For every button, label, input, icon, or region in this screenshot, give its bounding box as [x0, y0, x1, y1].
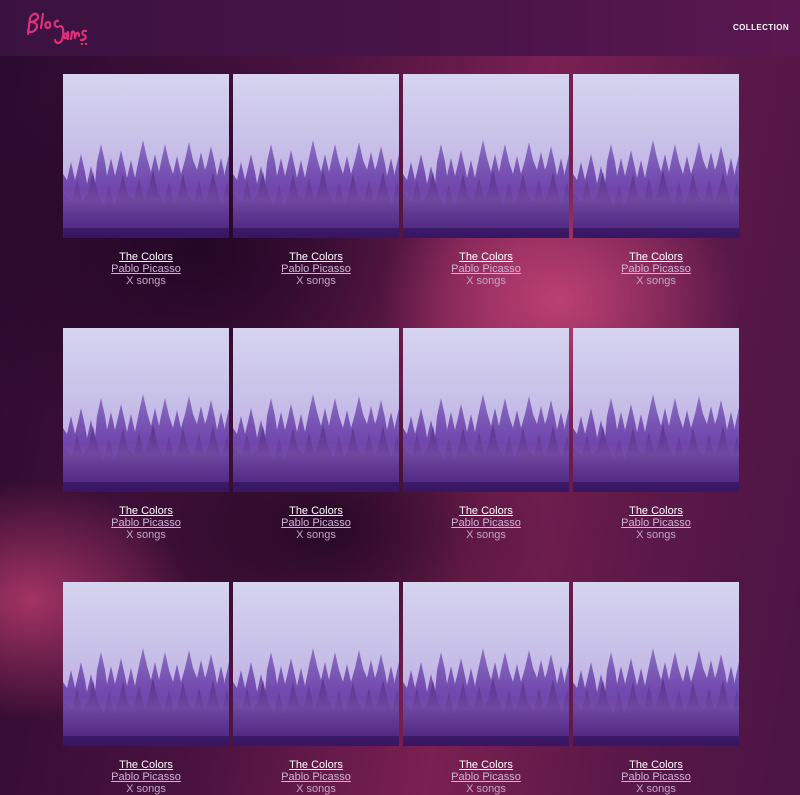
- album-song-count: X songs: [466, 783, 506, 795]
- album-card[interactable]: The Colors Pablo Picasso X songs: [573, 74, 739, 287]
- album-cover-image[interactable]: [573, 74, 739, 238]
- album-card[interactable]: The Colors Pablo Picasso X songs: [233, 582, 399, 795]
- album-artist-link[interactable]: Pablo Picasso: [63, 263, 229, 275]
- album-title-link[interactable]: The Colors: [403, 505, 569, 517]
- album-info: The Colors Pablo Picasso X songs: [573, 759, 739, 795]
- album-song-count: X songs: [466, 275, 506, 287]
- album-card[interactable]: The Colors Pablo Picasso X songs: [573, 328, 739, 541]
- album-title-link[interactable]: The Colors: [233, 759, 399, 771]
- album-title-link[interactable]: The Colors: [63, 505, 229, 517]
- album-song-count: X songs: [126, 783, 166, 795]
- navbar: COLLECTION: [0, 0, 800, 56]
- album-artist-link[interactable]: Pablo Picasso: [403, 771, 569, 783]
- album-song-count: X songs: [466, 529, 506, 541]
- album-info: The Colors Pablo Picasso X songs: [233, 759, 399, 795]
- album-cover-image[interactable]: [403, 74, 569, 238]
- album-info: The Colors Pablo Picasso X songs: [233, 505, 399, 541]
- album-cover-image[interactable]: [233, 74, 399, 238]
- album-card[interactable]: The Colors Pablo Picasso X songs: [403, 74, 569, 287]
- album-title-link[interactable]: The Colors: [233, 251, 399, 263]
- album-song-count: X songs: [636, 783, 676, 795]
- album-cover-image[interactable]: [233, 328, 399, 492]
- album-cover-image[interactable]: [403, 328, 569, 492]
- album-song-count: X songs: [296, 275, 336, 287]
- album-artist-link[interactable]: Pablo Picasso: [573, 771, 739, 783]
- album-info: The Colors Pablo Picasso X songs: [403, 505, 569, 541]
- album-song-count: X songs: [126, 529, 166, 541]
- album-title-link[interactable]: The Colors: [573, 759, 739, 771]
- album-card[interactable]: The Colors Pablo Picasso X songs: [403, 582, 569, 795]
- album-title-link[interactable]: The Colors: [233, 505, 399, 517]
- album-title-link[interactable]: The Colors: [403, 759, 569, 771]
- album-info: The Colors Pablo Picasso X songs: [573, 505, 739, 541]
- album-info: The Colors Pablo Picasso X songs: [403, 251, 569, 287]
- album-cover-image[interactable]: [63, 74, 229, 238]
- album-info: The Colors Pablo Picasso X songs: [233, 251, 399, 287]
- logo-script-icon: [26, 12, 88, 46]
- album-artist-link[interactable]: Pablo Picasso: [403, 263, 569, 275]
- album-cover-image[interactable]: [63, 328, 229, 492]
- album-song-count: X songs: [296, 529, 336, 541]
- bloc-jams-logo[interactable]: [22, 4, 92, 50]
- album-cover-image[interactable]: [573, 328, 739, 492]
- album-cover-image[interactable]: [403, 582, 569, 746]
- album-info: The Colors Pablo Picasso X songs: [573, 251, 739, 287]
- album-artist-link[interactable]: Pablo Picasso: [63, 517, 229, 529]
- album-song-count: X songs: [636, 529, 676, 541]
- album-artist-link[interactable]: Pablo Picasso: [63, 771, 229, 783]
- album-cover-image[interactable]: [63, 582, 229, 746]
- album-artist-link[interactable]: Pablo Picasso: [233, 517, 399, 529]
- album-info: The Colors Pablo Picasso X songs: [63, 759, 229, 795]
- album-artist-link[interactable]: Pablo Picasso: [573, 517, 739, 529]
- album-card[interactable]: The Colors Pablo Picasso X songs: [233, 74, 399, 287]
- album-artist-link[interactable]: Pablo Picasso: [573, 263, 739, 275]
- album-title-link[interactable]: The Colors: [63, 251, 229, 263]
- album-info: The Colors Pablo Picasso X songs: [63, 251, 229, 287]
- album-cover-image[interactable]: [573, 582, 739, 746]
- album-card[interactable]: The Colors Pablo Picasso X songs: [63, 582, 229, 795]
- album-info: The Colors Pablo Picasso X songs: [403, 759, 569, 795]
- album-card[interactable]: The Colors Pablo Picasso X songs: [63, 328, 229, 541]
- album-cover-image[interactable]: [233, 582, 399, 746]
- album-artist-link[interactable]: Pablo Picasso: [403, 517, 569, 529]
- album-info: The Colors Pablo Picasso X songs: [63, 505, 229, 541]
- album-card[interactable]: The Colors Pablo Picasso X songs: [403, 328, 569, 541]
- album-card[interactable]: The Colors Pablo Picasso X songs: [573, 582, 739, 795]
- album-title-link[interactable]: The Colors: [573, 505, 739, 517]
- album-song-count: X songs: [636, 275, 676, 287]
- album-card[interactable]: The Colors Pablo Picasso X songs: [63, 74, 229, 287]
- album-card[interactable]: The Colors Pablo Picasso X songs: [233, 328, 399, 541]
- album-song-count: X songs: [296, 783, 336, 795]
- album-artist-link[interactable]: Pablo Picasso: [233, 263, 399, 275]
- album-title-link[interactable]: The Colors: [403, 251, 569, 263]
- album-song-count: X songs: [126, 275, 166, 287]
- album-artist-link[interactable]: Pablo Picasso: [233, 771, 399, 783]
- nav-collection-link[interactable]: COLLECTION: [733, 23, 789, 32]
- album-title-link[interactable]: The Colors: [63, 759, 229, 771]
- album-title-link[interactable]: The Colors: [573, 251, 739, 263]
